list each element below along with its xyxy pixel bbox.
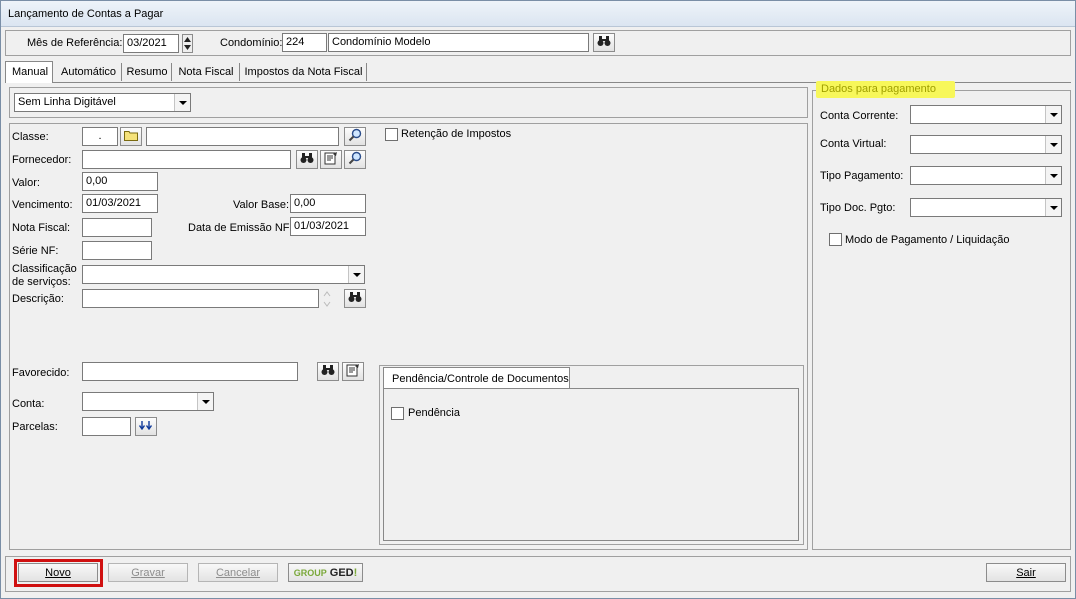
form-edit-icon — [324, 151, 338, 168]
data-emissao-input[interactable]: 01/03/2021 — [290, 217, 366, 236]
classificacao-label-line2: de serviços: — [12, 276, 71, 288]
sair-button[interactable]: Sair — [986, 563, 1066, 582]
pagamento-group — [812, 90, 1071, 550]
data-emissao-label: Data de Emissão NF: — [188, 222, 293, 234]
binoculars-icon — [321, 364, 335, 379]
chevron-down-icon[interactable] — [174, 94, 190, 111]
chevron-down-icon[interactable] — [1045, 136, 1061, 153]
condominio-label: Condomínio: — [220, 37, 283, 49]
fornecedor-edit-button[interactable] — [320, 150, 342, 169]
modo-pagamento-label: Modo de Pagamento / Liquidação — [845, 234, 1010, 246]
vencimento-label: Vencimento: — [12, 199, 73, 211]
condominio-code-input[interactable]: 224 — [282, 33, 327, 52]
tab-nota-fiscal[interactable]: Nota Fiscal — [173, 63, 240, 81]
tipo-doc-label: Tipo Doc. Pgto: — [820, 202, 896, 214]
serie-nf-label: Série NF: — [12, 245, 59, 257]
tab-automatico[interactable]: Automático — [56, 63, 122, 81]
mes-label: Mês de Referência: — [27, 37, 123, 49]
favorecido-search-button[interactable] — [317, 362, 339, 381]
group-ged-button[interactable]: GROUP GED! — [288, 563, 363, 582]
descricao-scroll[interactable] — [321, 289, 333, 309]
condominio-search-button[interactable] — [593, 33, 615, 52]
retencao-impostos-label: Retenção de Impostos — [401, 128, 512, 140]
favorecido-label: Favorecido: — [12, 367, 70, 379]
valor-base-label: Valor Base: — [233, 199, 290, 211]
tab-manual[interactable]: Manual — [5, 61, 53, 83]
cancelar-button[interactable]: Cancelar — [198, 563, 278, 582]
descricao-input[interactable] — [82, 289, 319, 308]
valor-input[interactable]: 0,00 — [82, 172, 158, 191]
gravar-button[interactable]: Gravar — [108, 563, 188, 582]
window-title: Lançamento de Contas a Pagar — [8, 8, 164, 20]
form-edit-icon — [346, 363, 360, 380]
classe-search-button[interactable] — [344, 127, 366, 146]
magnifier-icon — [348, 128, 362, 145]
magnifier-icon — [348, 151, 362, 168]
fornecedor-binoculars-button[interactable] — [296, 150, 318, 169]
chevron-down-icon[interactable] — [1045, 106, 1061, 123]
linha-digitavel-select[interactable]: Sem Linha Digitável — [14, 93, 191, 112]
parcelas-label: Parcelas: — [12, 421, 58, 433]
pendencia-checkbox[interactable] — [391, 407, 404, 420]
favorecido-input[interactable] — [82, 362, 298, 381]
valor-base-input[interactable]: 0,00 — [290, 194, 366, 213]
serie-nf-input[interactable] — [82, 241, 152, 260]
fornecedor-search-button[interactable] — [344, 150, 366, 169]
fornecedor-input[interactable] — [82, 150, 291, 169]
chevron-down-icon[interactable] — [197, 393, 213, 410]
conta-virtual-select[interactable] — [910, 135, 1062, 154]
vencimento-input[interactable]: 01/03/2021 — [82, 194, 158, 213]
main-window: Lançamento de Contas a Pagar Mês de Refe… — [0, 0, 1076, 599]
descricao-label: Descrição: — [12, 293, 64, 305]
nota-fiscal-label: Nota Fiscal: — [12, 222, 71, 234]
classe-label: Classe: — [12, 131, 49, 143]
tab-impostos-nota-fiscal[interactable]: Impostos da Nota Fiscal — [241, 63, 367, 81]
tipo-pagamento-label: Tipo Pagamento: — [820, 170, 904, 182]
tipo-doc-select[interactable] — [910, 198, 1062, 217]
chevron-down-icon[interactable] — [1045, 199, 1061, 216]
conta-corrente-label: Conta Corrente: — [820, 110, 899, 122]
chevron-down-icon[interactable] — [1045, 167, 1061, 184]
classe-code-input[interactable]: . — [82, 127, 118, 146]
chevron-down-icon[interactable] — [348, 266, 364, 283]
pagamento-group-title: Dados para pagamento — [816, 81, 955, 98]
parcelas-input[interactable] — [82, 417, 131, 436]
nota-fiscal-input[interactable] — [82, 218, 152, 237]
classe-folder-button[interactable] — [120, 127, 142, 146]
favorecido-edit-button[interactable] — [342, 362, 364, 381]
tab-pendencia[interactable]: Pendência/Controle de Documentos — [383, 367, 570, 388]
conta-select[interactable] — [82, 392, 214, 411]
novo-button[interactable]: Novo — [18, 563, 98, 582]
tipo-pagamento-select[interactable] — [910, 166, 1062, 185]
binoculars-icon — [300, 152, 314, 167]
double-arrow-down-icon — [138, 420, 153, 433]
title-bar: Lançamento de Contas a Pagar — [1, 1, 1075, 27]
conta-virtual-label: Conta Virtual: — [820, 138, 887, 150]
classificacao-label-line1: Classificação — [12, 263, 77, 275]
modo-pagamento-checkbox[interactable] — [829, 233, 842, 246]
binoculars-icon — [597, 35, 611, 50]
descricao-search-button[interactable] — [344, 289, 366, 308]
tab-resumo[interactable]: Resumo — [123, 63, 172, 81]
mes-referencia-input[interactable]: 03/2021 — [123, 34, 179, 53]
classificacao-servicos-select[interactable] — [82, 265, 365, 284]
conta-corrente-select[interactable] — [910, 105, 1062, 124]
fornecedor-label: Fornecedor: — [12, 154, 72, 166]
mes-spinner[interactable] — [182, 34, 193, 53]
binoculars-icon — [348, 291, 362, 306]
retencao-impostos-checkbox[interactable] — [385, 128, 398, 141]
condominio-name-input[interactable]: Condomínio Modelo — [328, 33, 589, 52]
conta-label: Conta: — [12, 398, 45, 410]
valor-label: Valor: — [12, 177, 40, 189]
classe-name-input[interactable] — [146, 127, 339, 146]
pendencia-label: Pendência — [408, 407, 460, 419]
parcelas-expand-button[interactable] — [135, 417, 157, 436]
folder-icon — [124, 130, 138, 144]
